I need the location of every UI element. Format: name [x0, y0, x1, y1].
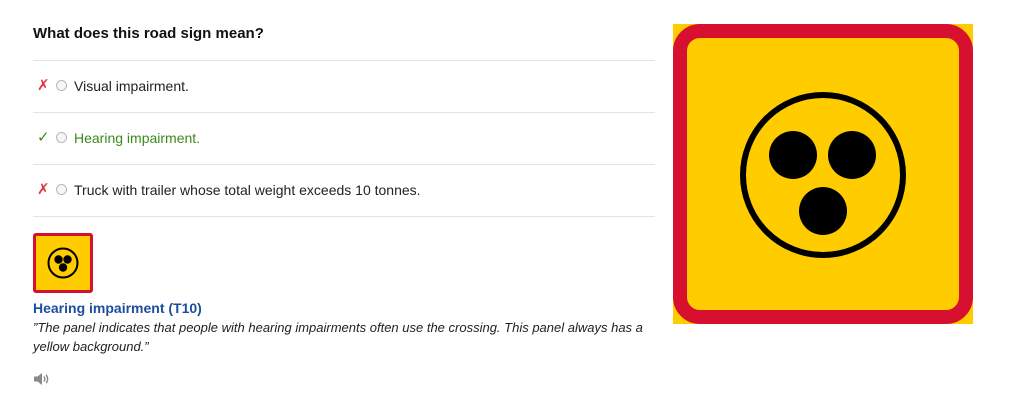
sign-description: ”The panel indicates that people with he… — [33, 320, 643, 354]
answer-options: ✗ Visual impairment. ✓ Hearing impairmen… — [33, 60, 655, 217]
radio-button[interactable] — [56, 184, 67, 195]
check-mark-icon: ✓ — [37, 129, 50, 146]
radio-button[interactable] — [56, 132, 67, 143]
sign-thumbnail[interactable] — [33, 233, 93, 293]
radio-button[interactable] — [56, 80, 67, 91]
quiz-page: What does this road sign mean? ✗ Visual … — [0, 0, 1021, 417]
answer-label: Visual impairment. — [74, 78, 189, 94]
speaker-icon[interactable] — [33, 371, 51, 387]
answer-label: Truck with trailer whose total weight ex… — [74, 182, 421, 198]
hearing-impairment-sign — [673, 24, 973, 324]
road-sign-image — [673, 24, 973, 324]
answer-option-visual-impairment[interactable]: ✗ Visual impairment. — [33, 61, 655, 113]
cross-mark-icon: ✗ — [37, 181, 50, 198]
answer-option-truck-with-trailer[interactable]: ✗ Truck with trailer whose total weight … — [33, 165, 655, 217]
cross-mark-icon: ✗ — [37, 77, 50, 94]
sign-name-link[interactable]: Hearing impairment (T10) — [33, 300, 202, 316]
answer-label: Hearing impairment. — [74, 130, 201, 146]
answer-option-hearing-impairment[interactable]: ✓ Hearing impairment. — [33, 113, 655, 165]
question-title: What does this road sign mean? — [33, 25, 264, 42]
hearing-impairment-sign-icon — [47, 247, 79, 279]
